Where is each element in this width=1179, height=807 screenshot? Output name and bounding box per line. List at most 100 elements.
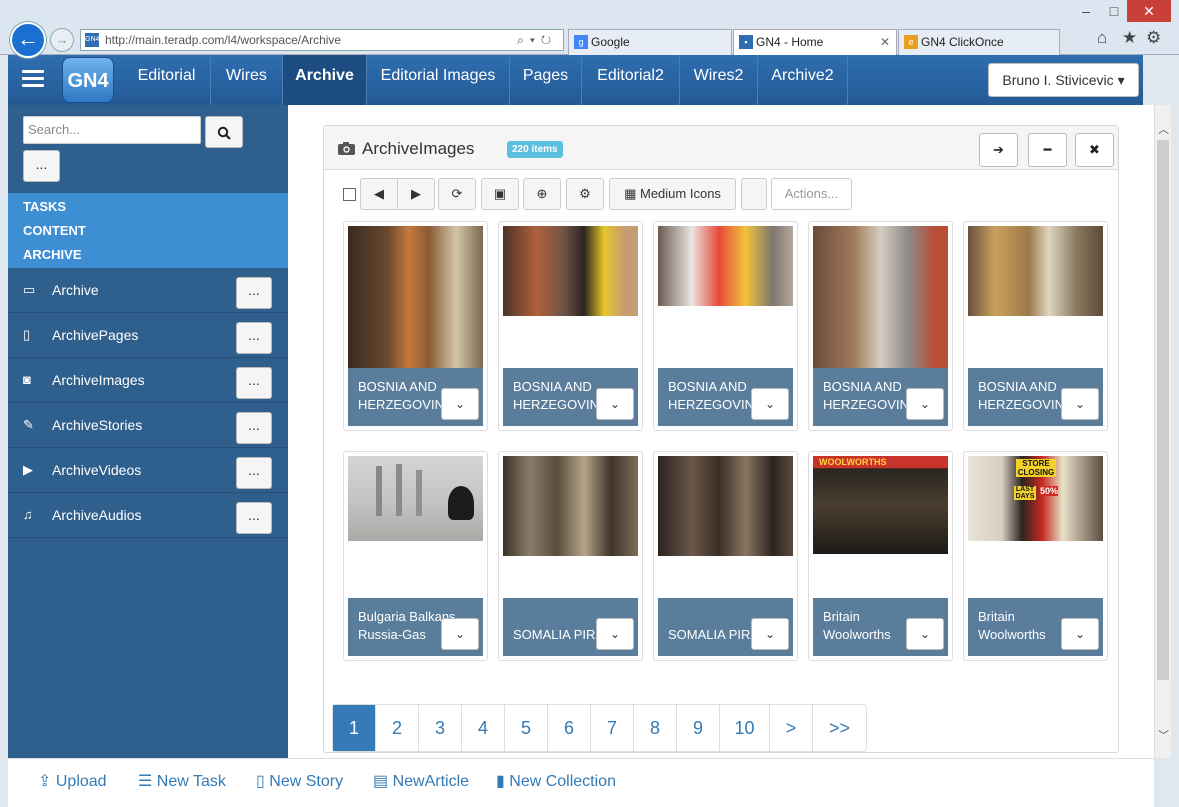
nav-editorial-images[interactable]: Editorial Images: [367, 55, 510, 105]
image-card[interactable]: BOSNIA AND HERZEGOVIN/ ⌄: [343, 221, 488, 431]
image-card[interactable]: SOMALIA PIRA ⌄: [498, 451, 643, 661]
sidebar-item-more-button[interactable]: ...: [236, 412, 272, 444]
thumbnail-image[interactable]: [503, 456, 638, 556]
favorites-star-icon[interactable]: ★: [1122, 28, 1137, 48]
save-button[interactable]: ▣: [481, 178, 519, 210]
page-last[interactable]: >>: [813, 705, 866, 751]
scroll-down-icon[interactable]: ﹀: [1158, 727, 1169, 743]
nav-archive[interactable]: Archive: [283, 55, 367, 105]
thumbnail-image[interactable]: [348, 456, 483, 541]
user-menu-button[interactable]: Bruno I. Stivicevic ▾: [988, 63, 1139, 97]
page-next[interactable]: >: [770, 705, 813, 751]
page-1[interactable]: 1: [333, 705, 376, 751]
address-bar[interactable]: GN4 http://main.teradp.com/l4/workspace/…: [80, 29, 564, 51]
page-6[interactable]: 6: [548, 705, 591, 751]
page-4[interactable]: 4: [462, 705, 505, 751]
blank-button[interactable]: [741, 178, 767, 210]
nav-editorial2[interactable]: Editorial2: [582, 55, 680, 105]
maximize-button[interactable]: □: [1101, 0, 1127, 22]
sidebar-item-more-button[interactable]: ...: [236, 502, 272, 534]
card-menu-button[interactable]: ⌄: [1061, 618, 1099, 650]
address-tools-icon[interactable]: ⌕▾↻: [517, 30, 557, 50]
image-card[interactable]: Bulgaria Balkans Russia-Gas ⌄: [343, 451, 488, 661]
card-menu-button[interactable]: ⌄: [906, 388, 944, 420]
card-menu-button[interactable]: ⌄: [751, 618, 789, 650]
sidebar-item-archiveaudios[interactable]: ♫ ArchiveAudios ...: [8, 493, 288, 538]
settings-button[interactable]: ⚙: [566, 178, 604, 210]
image-card[interactable]: BOSNIA AND HERZEGOVIN/ ⌄: [963, 221, 1108, 431]
new-task-link[interactable]: ☰ New Task: [138, 771, 226, 791]
close-tab-icon[interactable]: ✕: [880, 30, 890, 54]
settings-gear-icon[interactable]: ⚙: [1146, 28, 1161, 48]
forward-button[interactable]: →: [50, 28, 74, 52]
home-icon[interactable]: ⌂: [1097, 28, 1107, 48]
minimize-button[interactable]: –: [1071, 0, 1101, 22]
image-card[interactable]: BOSNIA AND HERZEGOVIN/ ⌄: [808, 221, 953, 431]
thumbnail-image[interactable]: [348, 226, 483, 381]
nav-wires[interactable]: Wires: [211, 55, 283, 105]
prev-button[interactable]: ◀: [360, 178, 398, 210]
page-5[interactable]: 5: [505, 705, 548, 751]
zoom-button[interactable]: ⊕: [523, 178, 561, 210]
sidebar-item-more-button[interactable]: ...: [236, 322, 272, 354]
vertical-scrollbar[interactable]: ︿ ﹀: [1154, 105, 1171, 758]
sidebar-item-archivepages[interactable]: ▯ ArchivePages ...: [8, 313, 288, 358]
tab-gn4-clickonce[interactable]: e GN4 ClickOnce: [898, 29, 1060, 55]
scroll-thumb[interactable]: [1157, 140, 1169, 680]
sidebar-item-more-button[interactable]: ...: [236, 367, 272, 399]
refresh-button[interactable]: ⟳: [438, 178, 476, 210]
thumbnail-image[interactable]: [658, 456, 793, 556]
hamburger-menu-icon[interactable]: [22, 70, 44, 88]
thumbnail-image[interactable]: STORE CLOSING LAST DAYS 50%: [968, 456, 1103, 541]
next-button[interactable]: ▶: [397, 178, 435, 210]
back-button[interactable]: ←: [10, 22, 46, 58]
thumbnail-image[interactable]: WOOLWORTHS: [813, 456, 948, 554]
thumbnail-image[interactable]: [968, 226, 1103, 316]
card-menu-button[interactable]: ⌄: [596, 388, 634, 420]
thumbnail-image[interactable]: [813, 226, 948, 386]
thumbnail-image[interactable]: [658, 226, 793, 306]
close-panel-button[interactable]: ✖: [1075, 133, 1114, 167]
upload-link[interactable]: ⇪ Upload: [38, 771, 107, 791]
close-window-button[interactable]: ✕: [1127, 0, 1171, 22]
thumbnail-image[interactable]: [503, 226, 638, 316]
page-7[interactable]: 7: [591, 705, 634, 751]
view-mode-button[interactable]: ▦ Medium Icons: [609, 178, 736, 210]
pin-button[interactable]: ➔: [979, 133, 1018, 167]
sidebar-item-archiveimages[interactable]: ◙ ArchiveImages ...: [8, 358, 288, 403]
select-all-checkbox[interactable]: [343, 188, 356, 201]
page-10[interactable]: 10: [720, 705, 770, 751]
minimize-panel-button[interactable]: ━: [1028, 133, 1067, 167]
card-menu-button[interactable]: ⌄: [596, 618, 634, 650]
nav-wires2[interactable]: Wires2: [680, 55, 758, 105]
search-input[interactable]: Search...: [23, 116, 201, 144]
tab-gn4-home[interactable]: ▪ GN4 - Home ✕: [733, 29, 897, 55]
sidebar-item-archivevideos[interactable]: ▶ ArchiveVideos ...: [8, 448, 288, 493]
card-menu-button[interactable]: ⌄: [441, 388, 479, 420]
page-8[interactable]: 8: [634, 705, 677, 751]
sidebar-item-archive[interactable]: ▭ Archive ...: [8, 268, 288, 313]
scroll-up-icon[interactable]: ︿: [1158, 121, 1169, 137]
new-article-link[interactable]: ▤ NewArticle: [373, 771, 469, 791]
card-menu-button[interactable]: ⌄: [751, 388, 789, 420]
image-card[interactable]: BOSNIA AND HERZEGOVIN/ ⌄: [653, 221, 798, 431]
section-content[interactable]: CONTENT: [23, 223, 86, 238]
image-card[interactable]: BOSNIA AND HERZEGOVIN/ ⌄: [498, 221, 643, 431]
nav-archive2[interactable]: Archive2: [758, 55, 848, 105]
section-archive[interactable]: ARCHIVE: [23, 247, 82, 262]
page-9[interactable]: 9: [677, 705, 720, 751]
page-2[interactable]: 2: [376, 705, 419, 751]
sidebar-item-more-button[interactable]: ...: [236, 277, 272, 309]
image-card[interactable]: WOOLWORTHS Britain Woolworths ⌄: [808, 451, 953, 661]
search-button[interactable]: [205, 116, 243, 148]
card-menu-button[interactable]: ⌄: [906, 618, 944, 650]
card-menu-button[interactable]: ⌄: [1061, 388, 1099, 420]
image-card[interactable]: STORE CLOSING LAST DAYS 50% Britain Wool…: [963, 451, 1108, 661]
new-collection-link[interactable]: ▮ New Collection: [496, 771, 616, 791]
nav-editorial[interactable]: Editorial: [123, 55, 211, 105]
new-story-link[interactable]: ▯ New Story: [256, 771, 343, 791]
section-tasks[interactable]: TASKS: [23, 199, 66, 214]
page-3[interactable]: 3: [419, 705, 462, 751]
actions-button[interactable]: Actions...: [771, 178, 852, 210]
tab-google[interactable]: g Google: [568, 29, 732, 55]
